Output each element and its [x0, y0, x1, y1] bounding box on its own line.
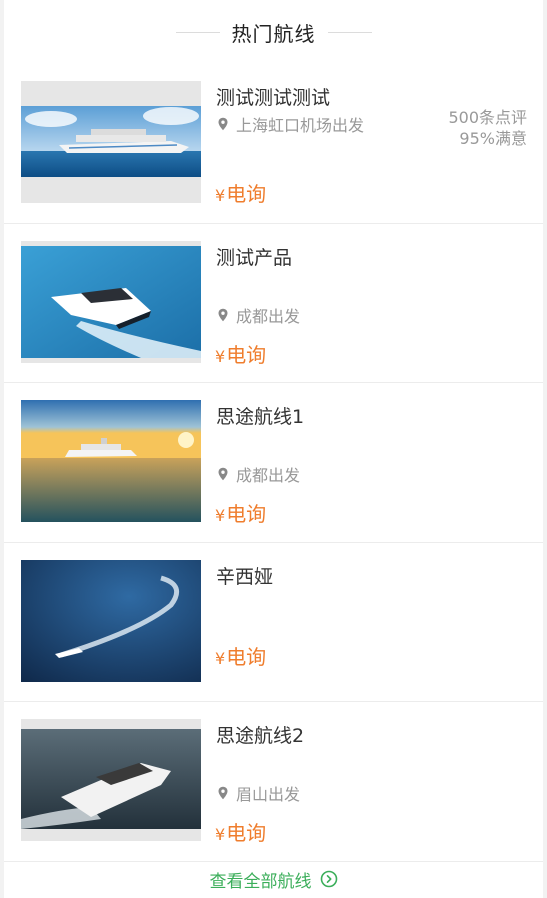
departure-text: 成都出发: [236, 306, 301, 326]
route-item[interactable]: 思途航线1 成都出发 ¥电询: [4, 383, 543, 543]
section-header: 热门航线: [4, 0, 543, 64]
currency-symbol: ¥: [215, 648, 226, 668]
view-all-footer: 查看全部航线: [4, 860, 543, 898]
route-departure: 眉山出发: [216, 781, 300, 805]
hot-routes-panel: 热门航线 测试测试测试 500条点评 95%满意 上海虹口机场出发 ¥电询 测试…: [4, 0, 543, 898]
view-all-label: 查看全部航线: [209, 871, 312, 892]
route-departure: 上海虹口机场出发: [216, 112, 364, 136]
view-all-routes-link[interactable]: 查看全部航线: [210, 867, 338, 892]
route-item[interactable]: 辛西娅 ¥电询: [4, 543, 543, 702]
chevron-right-circle-icon: [320, 870, 337, 888]
route-price: ¥电询: [215, 817, 266, 846]
route-price: ¥电询: [215, 498, 266, 527]
price-text: 电询: [226, 821, 267, 845]
location-pin-icon: [218, 786, 228, 800]
route-name[interactable]: 辛西娅: [216, 562, 273, 589]
route-name[interactable]: 思途航线2: [216, 721, 304, 748]
route-stats: 500条点评 95%满意: [448, 107, 527, 149]
page: 热门航线 测试测试测试 500条点评 95%满意 上海虹口机场出发 ¥电询 测试…: [0, 0, 547, 898]
route-item[interactable]: 测试产品 成都出发 ¥电询: [4, 224, 543, 383]
header-divider-right: [327, 31, 372, 33]
price-text: 电询: [226, 502, 267, 526]
currency-symbol: ¥: [215, 346, 226, 366]
location-pin-icon: [218, 117, 228, 131]
route-thumbnail-ferry-sunset[interactable]: [21, 400, 201, 522]
currency-symbol: ¥: [215, 506, 226, 525]
route-price: ¥电询: [215, 339, 266, 368]
price-text: 电询: [226, 644, 267, 669]
route-item[interactable]: 测试测试测试 500条点评 95%满意 上海虹口机场出发 ¥电询: [4, 64, 543, 224]
route-name[interactable]: 思途航线1: [216, 402, 304, 429]
route-item[interactable]: 思途航线2 眉山出发 ¥电询: [4, 702, 543, 862]
section-title: 热门航线: [231, 21, 316, 46]
location-pin-icon: [218, 467, 228, 481]
satisfaction-rate: 95%满意: [459, 129, 527, 148]
route-thumbnail-yacht-ocean[interactable]: [21, 240, 201, 363]
price-text: 电询: [226, 342, 267, 367]
route-thumbnail-yacht-cruising[interactable]: [21, 719, 201, 841]
departure-text: 眉山出发: [236, 785, 301, 804]
departure-text: 成都出发: [236, 466, 301, 485]
location-pin-icon: [218, 308, 228, 321]
route-thumbnail-yacht-wake-circle[interactable]: [21, 559, 201, 682]
route-list: 测试测试测试 500条点评 95%满意 上海虹口机场出发 ¥电询 测试产品 成都…: [4, 64, 543, 862]
route-price: ¥电询: [215, 178, 266, 207]
currency-symbol: ¥: [215, 825, 226, 844]
route-name[interactable]: 测试产品: [216, 243, 292, 270]
departure-text: 上海虹口机场出发: [236, 116, 365, 135]
route-departure: 成都出发: [216, 462, 300, 486]
route-departure: 成都出发: [216, 303, 300, 327]
review-count: 500条点评: [448, 108, 527, 127]
currency-symbol: ¥: [215, 186, 226, 205]
price-text: 电询: [226, 182, 267, 206]
route-name[interactable]: 测试测试测试: [216, 83, 330, 110]
header-divider-left: [175, 31, 220, 33]
route-price: ¥电询: [215, 641, 266, 670]
route-thumbnail-cruise-ship[interactable]: [21, 81, 201, 203]
